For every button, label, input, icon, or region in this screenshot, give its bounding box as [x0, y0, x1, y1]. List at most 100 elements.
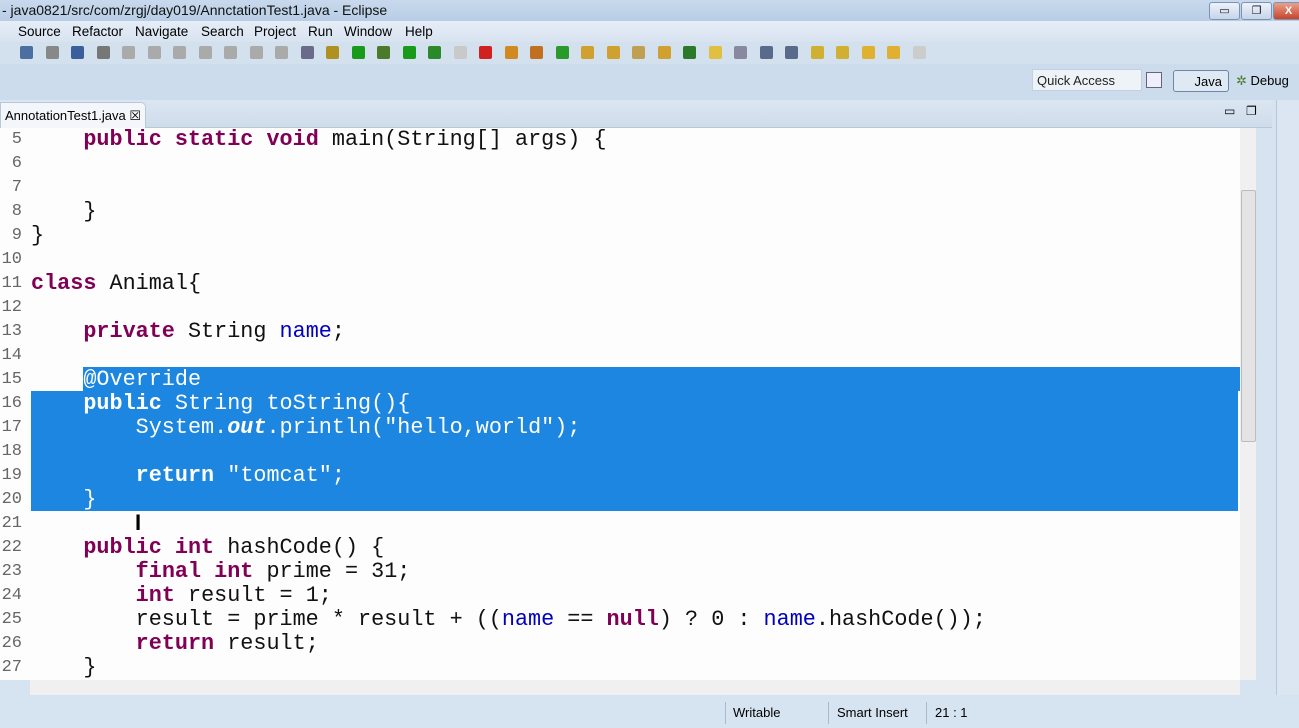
code-token: "hello,world" [384, 415, 555, 440]
code-line[interactable]: } [31, 488, 96, 512]
menu-refactor[interactable]: Refactor [72, 21, 123, 42]
toolbar-button-icon[interactable] [20, 46, 33, 59]
code-line[interactable]: @Override [31, 368, 201, 392]
toolbar-button-icon[interactable] [377, 46, 390, 59]
toolbar-button-icon[interactable] [887, 46, 900, 59]
toolbar-button-icon[interactable] [300, 46, 314, 59]
toolbar-button-icon[interactable] [96, 46, 110, 59]
menu-window[interactable]: Window [344, 21, 392, 42]
toolbar-button-icon[interactable] [810, 46, 824, 59]
toolbar-button-icon[interactable] [581, 46, 594, 59]
menu-search[interactable]: Search [201, 21, 244, 42]
writable-status: Writable [733, 705, 781, 720]
code-line[interactable]: public int hashCode() { [31, 536, 384, 560]
menu-bar: tSourceRefactorNavigateSearchProjectRunW… [0, 21, 1299, 42]
code-line[interactable]: return "tomcat"; [31, 464, 345, 488]
toolbar-button-icon[interactable] [734, 46, 747, 59]
java-perspective-button[interactable]: Java [1173, 70, 1229, 92]
quick-access-input[interactable]: Quick Access [1032, 69, 1142, 91]
restore-button[interactable]: ❐ [1241, 2, 1272, 20]
toolbar-button-icon[interactable] [453, 46, 467, 59]
code-line[interactable]: public static void main(String[] args) { [31, 128, 606, 152]
toolbar-button-icon[interactable] [861, 46, 875, 59]
toolbar-button-icon[interactable] [759, 46, 773, 59]
menu-navigate[interactable]: Navigate [135, 21, 188, 42]
toolbar-button-icon[interactable] [45, 46, 59, 59]
code-line[interactable]: } [31, 200, 96, 224]
status-bar: Writable Smart Insert 21 : 1 [0, 698, 1299, 728]
insert-mode-status: Smart Insert [837, 705, 908, 720]
toolbar-button-icon[interactable] [657, 46, 671, 59]
toolbar-button-icon[interactable] [530, 46, 543, 59]
toolbar-button-icon[interactable] [249, 46, 263, 59]
selection-highlight [83, 367, 1240, 391]
maximize-editor-icon[interactable]: ❐ [1246, 104, 1257, 118]
toolbar-button-icon[interactable] [122, 46, 135, 59]
toolbar-button-icon[interactable] [224, 46, 237, 59]
toolbar-button-icon[interactable] [785, 46, 798, 59]
minimize-button[interactable]: ▭ [1209, 2, 1240, 20]
toolbar-button-icon[interactable] [173, 46, 186, 59]
code-token: .hashCode()); [815, 607, 986, 632]
menu-help[interactable]: Help [405, 21, 433, 42]
toolbar-button-icon[interactable] [555, 46, 569, 59]
scrollbar-thumb[interactable] [1241, 190, 1256, 442]
code-line[interactable]: } [31, 656, 96, 680]
tab-annotationtest1[interactable]: AnnotationTest1.java ☒ [0, 102, 146, 128]
code-token: ) ? 0 : [658, 607, 764, 632]
toolbar-button-icon[interactable] [147, 46, 161, 59]
code-token: out [227, 415, 267, 440]
line-number: 20 [1, 490, 22, 509]
horizontal-scrollbar[interactable] [30, 680, 1240, 695]
cursor-position: 21 : 1 [935, 705, 968, 720]
code-line[interactable]: final int prime = 31; [31, 559, 411, 584]
debug-perspective-button[interactable]: ✲ Debug [1236, 70, 1289, 92]
code-token: return [135, 631, 215, 656]
code-line[interactable]: int result = 1; [31, 584, 332, 608]
code-token: result = 1; [174, 583, 332, 608]
toolbar-button-icon[interactable] [275, 46, 288, 59]
open-perspective-icon[interactable] [1146, 72, 1162, 88]
menu-source[interactable]: Source [18, 21, 61, 42]
code-line[interactable]: class Animal{ [31, 272, 201, 296]
menu-project[interactable]: Project [254, 21, 296, 42]
menu-run[interactable]: Run [308, 21, 333, 42]
code-line[interactable]: result = prime * result + ((name == null… [31, 608, 986, 632]
toolbar-button-icon[interactable] [351, 46, 365, 59]
code-token: String toString(){ [161, 391, 411, 416]
code-token: } [31, 223, 45, 248]
minimize-editor-icon[interactable]: ▭ [1224, 104, 1235, 118]
code-token: prime = 31; [253, 559, 411, 584]
line-number: 19 [1, 466, 22, 485]
line-number: 8 [11, 202, 22, 221]
toolbar-button-icon[interactable] [504, 46, 518, 59]
toolbar-button-icon[interactable] [683, 46, 696, 59]
code-token: ; [331, 319, 345, 344]
close-tab-icon[interactable]: ☒ [129, 108, 141, 123]
line-number: 5 [11, 130, 22, 149]
toolbar-button-icon[interactable] [479, 46, 492, 59]
toolbar-button-icon[interactable] [198, 46, 212, 59]
code-token: name [501, 607, 555, 632]
code-token: String [174, 319, 280, 344]
code-line[interactable]: System.out.println("hello,world"); [31, 415, 581, 440]
code-token: class [31, 271, 97, 296]
toolbar-button-icon[interactable] [912, 46, 926, 59]
code-line[interactable]: private String name; [31, 320, 345, 344]
toolbar-button-icon[interactable] [71, 46, 84, 59]
code-token: } [31, 199, 97, 224]
toolbar-button-icon[interactable] [402, 46, 416, 59]
code-editor[interactable]: 5 public static void main(String[] args)… [0, 128, 1240, 680]
toolbar-button-icon[interactable] [632, 46, 645, 59]
code-line[interactable]: } [31, 224, 44, 248]
toolbar-button-icon[interactable] [326, 46, 339, 59]
toolbar-button-icon[interactable] [836, 46, 849, 59]
code-line[interactable]: return result; [31, 632, 319, 656]
code-line[interactable]: public String toString(){ [31, 392, 410, 416]
toolbar-button-icon[interactable] [708, 46, 722, 59]
toolbar-button-icon[interactable] [428, 46, 441, 59]
toolbar-button-icon[interactable] [606, 46, 620, 59]
close-button[interactable]: X [1273, 2, 1299, 20]
